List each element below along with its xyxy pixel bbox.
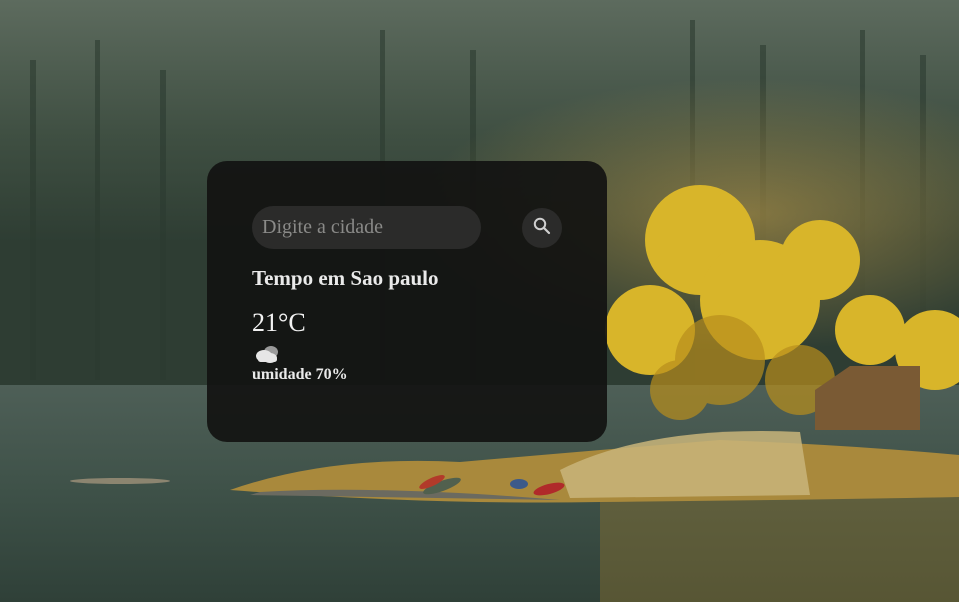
humidity-text: umidade 70% (252, 366, 348, 383)
search-row (252, 206, 562, 249)
weather-card: Tempo em Sao paulo 21°C umidade 70% (207, 161, 607, 442)
temperature: 21°C (252, 308, 306, 337)
search-button[interactable] (522, 207, 562, 248)
cloud-icon (252, 342, 282, 366)
search-icon (533, 217, 551, 238)
city-title: Tempo em Sao paulo (252, 266, 439, 290)
city-search-input[interactable] (252, 206, 481, 249)
